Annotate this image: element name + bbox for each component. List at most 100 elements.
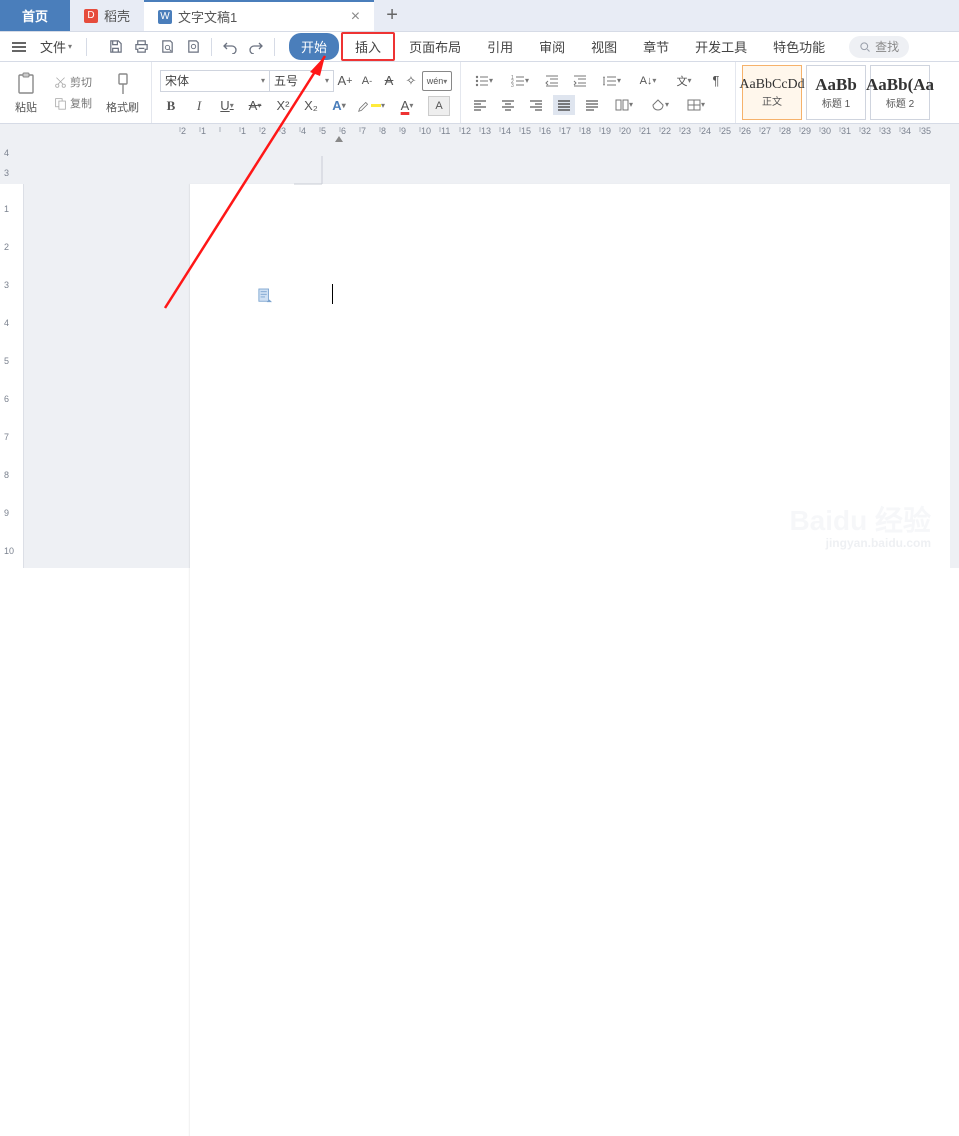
tab-insert[interactable]: 插入 [341,32,395,61]
columns-button[interactable]: ▾ [609,95,639,115]
shrink-font-button[interactable]: A- [356,71,378,91]
font-size-value: 五号 [274,72,298,89]
clear-format-button[interactable]: A [378,71,400,91]
tab-references[interactable]: 引用 [475,33,525,60]
new-tab-button[interactable]: + [374,0,410,31]
ribbon: 粘贴 剪切 复制 格式刷 宋体 ▾ 五号 ▾ [0,62,959,124]
ruler-tick: 26 [739,127,741,133]
search-label: 查找 [875,38,899,55]
ruler-tick: 8 [4,470,9,480]
borders-button[interactable]: ▾ [681,95,711,115]
char-shading-button[interactable]: A [428,96,450,116]
export-pdf-icon[interactable] [181,35,205,59]
workspace: 2112345678910111213141516171819202122232… [0,124,959,568]
style-name: 标题 1 [822,95,850,110]
shading-button[interactable]: ▾ [645,95,675,115]
tab-page-layout[interactable]: 页面布局 [397,33,473,60]
tab-view[interactable]: 视图 [579,33,629,60]
vertical-ruler[interactable]: 4321 12345678910 [0,144,24,568]
style-heading2[interactable]: AaBb(Aa 标题 2 [870,65,930,120]
font-style-row: B I U▾ A▾ X² X₂ A▾ ▾ A▾ A [160,96,452,116]
tab-home[interactable]: 首页 [0,0,70,31]
style-normal[interactable]: AaBbCcDd 正文 [742,65,802,120]
save-icon[interactable] [103,35,127,59]
redo-icon[interactable] [244,35,268,59]
ruler-tick: 5 [4,356,9,366]
ruler-tick: 32 [859,127,861,133]
strike-button[interactable]: A▾ [244,96,266,116]
increase-indent-button[interactable] [569,71,591,91]
undo-icon[interactable] [218,35,242,59]
font-group: 宋体 ▾ 五号 ▾ A+ A- A ✧ wén▾ B I U▾ A▾ X² X₂… [152,62,461,123]
hamburger-icon[interactable] [8,40,30,54]
menubar-left: 文件 ▾ [8,35,279,59]
copy-button[interactable]: 复制 [52,94,94,112]
ruler-tick: 9 [399,127,401,133]
numbering-button[interactable]: 123▾ [505,71,535,91]
style-name: 标题 2 [886,95,914,110]
ruler-tick: 14 [499,127,501,133]
superscript-button[interactable]: X² [272,96,294,116]
tab-devtools[interactable]: 开发工具 [683,33,759,60]
text-direction-button[interactable]: 文▾ [669,71,699,91]
file-menu[interactable]: 文件 ▾ [36,37,76,56]
ruler-tick: 8 [379,127,381,133]
sort-button[interactable]: A↓▾ [633,71,663,91]
ruler-tick: 3 [4,168,9,178]
line-spacing-button[interactable]: ▾ [597,71,627,91]
bold-button[interactable]: B [160,96,182,116]
tab-document[interactable]: W 文字文稿1 × [144,0,374,31]
font-color-button[interactable]: A▾ [392,96,422,116]
tab-docer[interactable]: D 稻壳 [70,0,144,31]
print-icon[interactable] [129,35,153,59]
style-heading1[interactable]: AaBb 标题 1 [806,65,866,120]
ruler-tick: 10 [419,127,421,133]
paste-button[interactable]: 粘贴 [8,69,44,117]
close-icon[interactable]: × [345,8,366,26]
font-name-combo[interactable]: 宋体 ▾ [160,70,270,92]
ruler-tick: 6 [4,394,9,404]
align-center-button[interactable] [497,95,519,115]
ruler-tick: 29 [799,127,801,133]
first-line-indent-marker[interactable] [335,134,343,142]
underline-button[interactable]: U▾ [216,96,238,116]
grow-font-button[interactable]: A+ [334,71,356,91]
align-justify-button[interactable] [553,95,575,115]
phonetic-guide-button[interactable]: wén▾ [422,71,452,91]
align-left-button[interactable] [469,95,491,115]
text-effects-button[interactable]: A▾ [328,96,350,116]
subscript-button[interactable]: X₂ [300,96,322,116]
print-preview-icon[interactable] [155,35,179,59]
clipboard-icon [12,71,40,97]
style-preview: AaBbCcDd [739,77,804,93]
paragraph-hint-icon[interactable] [258,288,272,304]
bullets-button[interactable]: ▾ [469,71,499,91]
horizontal-ruler[interactable]: 2112345678910111213141516171819202122232… [24,124,959,144]
clipboard-group: 粘贴 剪切 复制 格式刷 [0,62,152,123]
ruler-tick: 19 [599,127,601,133]
tab-special[interactable]: 特色功能 [761,33,837,60]
ruler-tick: 15 [519,127,521,133]
tab-review[interactable]: 审阅 [527,33,577,60]
cut-copy-col: 剪切 复制 [52,73,94,112]
highlight-button[interactable]: ▾ [356,96,386,116]
search-box[interactable]: 查找 [849,36,909,58]
align-distribute-button[interactable] [581,95,603,115]
font-size-combo[interactable]: 五号 ▾ [270,70,334,92]
document-page[interactable] [190,184,950,1136]
align-right-button[interactable] [525,95,547,115]
italic-button[interactable]: I [188,96,210,116]
cut-button[interactable]: 剪切 [52,73,94,91]
docer-icon: D [84,9,98,23]
change-case-button[interactable]: ✧ [400,71,422,91]
ruler-tick: 13 [479,127,481,133]
decrease-indent-button[interactable] [541,71,563,91]
ruler-tick: 3 [279,127,281,133]
tab-chapter[interactable]: 章节 [631,33,681,60]
tab-start[interactable]: 开始 [289,33,339,60]
format-painter-button[interactable]: 格式刷 [102,69,143,117]
show-marks-button[interactable]: ¶ [705,71,727,91]
file-label: 文件 [40,37,66,56]
paste-label: 粘贴 [15,99,37,115]
ruler-tick: 2 [4,242,9,252]
